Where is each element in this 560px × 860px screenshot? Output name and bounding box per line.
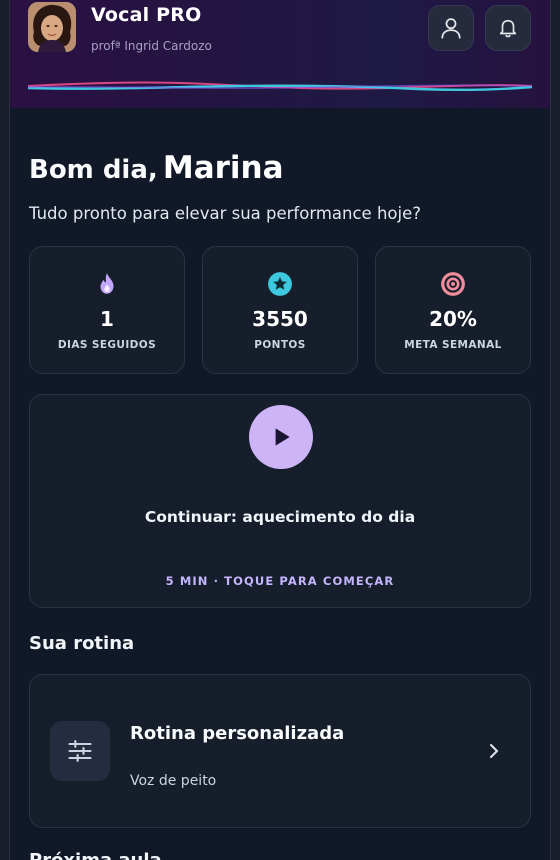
star-badge-icon: [268, 272, 292, 296]
routine-title: Rotina personalizada: [130, 723, 345, 744]
continue-title: Continuar: aquecimento do dia: [144, 508, 416, 526]
user-name: Marina: [162, 150, 284, 186]
continue-warmup-card[interactable]: Continuar: aquecimento do dia 5 MIN · TO…: [29, 394, 531, 608]
teacher-name: profª Ingrid Cardozo: [91, 39, 212, 53]
stat-label: DIAS SEGUIDOS: [57, 339, 157, 351]
greeting-subtitle: Tudo pronto para elevar sua performance …: [29, 204, 421, 223]
window-frame-left: [0, 0, 10, 860]
greeting-prefix: Bom dia,: [29, 155, 158, 185]
stat-label: PONTOS: [254, 339, 306, 351]
window-frame-right: [550, 0, 560, 860]
play-button[interactable]: [249, 405, 313, 469]
stat-value: 1: [100, 307, 114, 331]
continue-meta: 5 MIN · TOQUE PARA COMEÇAR: [165, 574, 395, 588]
routine-section-title: Sua rotina: [29, 633, 135, 654]
voice-waveform: [28, 81, 532, 92]
teacher-avatar[interactable]: [28, 2, 76, 52]
stat-value: 20%: [429, 307, 477, 331]
stat-label: META SEMANAL: [404, 339, 502, 351]
user-icon: [441, 18, 461, 39]
stat-streak: 1 DIAS SEGUIDOS: [29, 246, 185, 374]
greeting: Bom dia, Marina: [29, 150, 284, 186]
play-icon: [275, 428, 290, 446]
stat-points: 3550 PONTOS: [202, 246, 358, 374]
flame-icon: [100, 273, 114, 294]
next-class-section-title: Próxima aula: [29, 850, 162, 860]
notifications-button[interactable]: [485, 5, 531, 51]
sliders-icon: [68, 740, 92, 762]
routine-icon-box: [50, 721, 110, 781]
chevron-right-icon: [490, 744, 498, 758]
profile-button[interactable]: [428, 5, 474, 51]
app-title: Vocal PRO: [91, 4, 202, 26]
bell-icon: [499, 19, 517, 38]
app-header: Vocal PRO profª Ingrid Cardozo: [10, 0, 550, 108]
routine-subtitle: Voz de peito: [130, 773, 217, 789]
routine-card[interactable]: Rotina personalizada Voz de peito: [29, 674, 531, 828]
target-icon: [441, 272, 465, 296]
stat-value: 3550: [252, 307, 308, 331]
stat-weekly-goal: 20% META SEMANAL: [375, 246, 531, 374]
